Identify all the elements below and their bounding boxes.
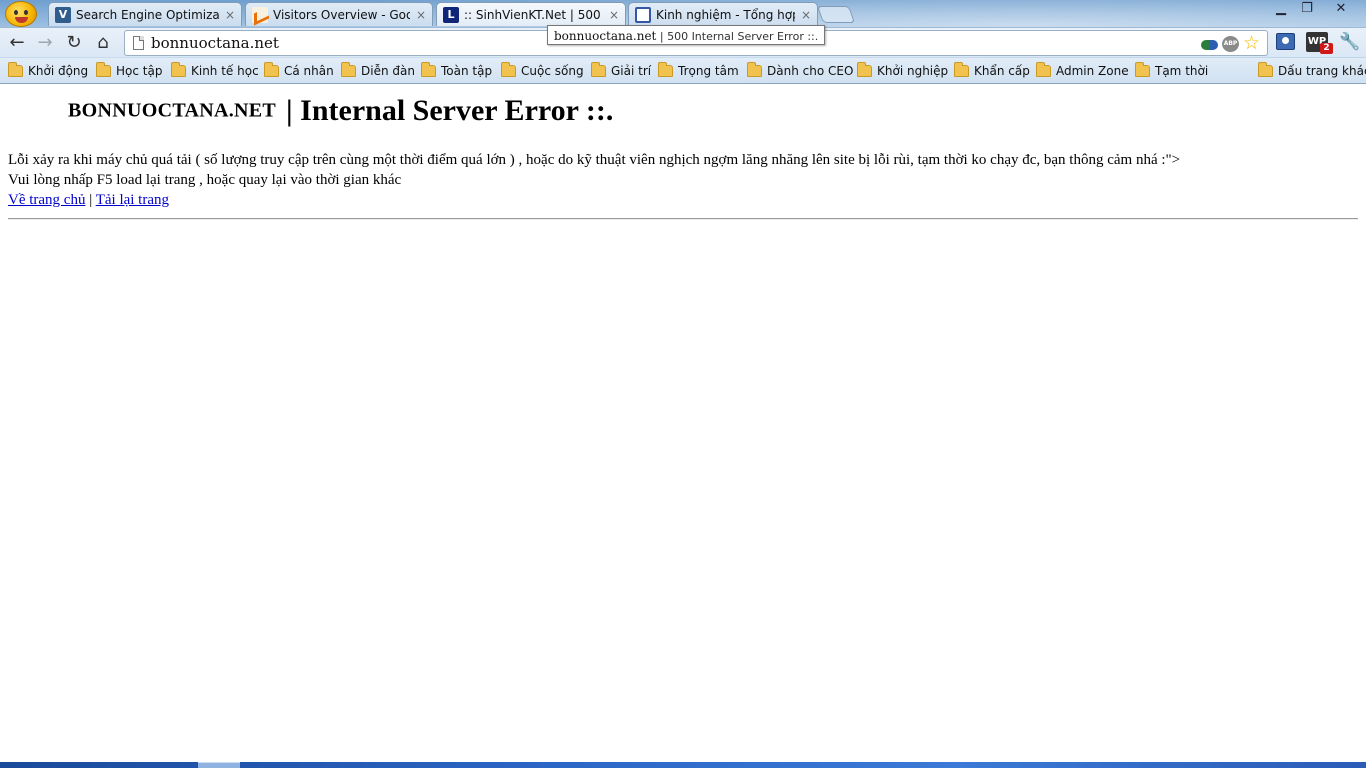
folder-icon: [1258, 62, 1273, 77]
bookmark-label: Dành cho CEO: [767, 64, 854, 78]
folder-icon: [857, 62, 872, 77]
bookmark-label: Học tập: [116, 64, 163, 78]
bookmark-label: Khởi động: [28, 64, 89, 78]
folder-icon: [1036, 62, 1051, 77]
browser-logo-icon: [5, 1, 37, 27]
bookmark-label: Diễn đàn: [361, 64, 415, 78]
extension-monitor-icon[interactable]: [1276, 33, 1295, 50]
folder-icon: [96, 62, 111, 77]
bookmark-ca-nhan[interactable]: Cá nhân: [264, 62, 334, 80]
maximize-button[interactable]: ❐: [1294, 1, 1320, 17]
bookmark-label: Dấu trang khác: [1278, 64, 1366, 78]
divider: [8, 218, 1358, 220]
bookmark-hoc-tap[interactable]: Học tập: [96, 62, 162, 80]
bookmark-label: Cuộc sống: [521, 64, 584, 78]
home-link[interactable]: Về trang chủ: [8, 192, 85, 208]
bookmark-label: Admin Zone: [1056, 64, 1129, 78]
bookmark-danh-cho-ceo[interactable]: Dành cho CEO: [747, 62, 853, 80]
sinhvienkt-favicon-icon: [443, 6, 459, 23]
bookmark-label: Toàn tập: [441, 64, 493, 78]
seo-favicon-icon: [55, 6, 71, 23]
wrench-menu-icon[interactable]: 🔧: [1339, 32, 1360, 52]
bookmarks-bar: Khởi động Học tập Kinh tế học Cá nhân Di…: [0, 58, 1366, 84]
minimize-button[interactable]: ▁: [1268, 1, 1294, 17]
bookmark-tam-thoi[interactable]: Tạm thời: [1135, 62, 1208, 80]
bookmark-dien-dan[interactable]: Diễn đàn: [341, 62, 415, 80]
tab-tooltip: bonnuoctana.net | 500 Internal Server Er…: [547, 25, 826, 45]
tab-sinhvienkt[interactable]: :: SinhVienKT.Net | 500 Inte ×: [436, 2, 626, 26]
bookmark-label: Khẩn cấp: [974, 64, 1030, 78]
link-separator: |: [85, 192, 96, 208]
page-title: BONNUOCTANA.NET | Internal Server Error :…: [68, 94, 613, 128]
retry-message: Vui lòng nhấp F5 load lại trang , hoặc q…: [8, 172, 402, 188]
url-text[interactable]: bonnuoctana.net: [151, 34, 279, 52]
bookmark-toan-tap[interactable]: Toàn tập: [421, 62, 492, 80]
bookmark-label: Giải trí: [611, 64, 652, 78]
close-window-button[interactable]: ✕: [1326, 1, 1356, 17]
page-content: BONNUOCTANA.NET | Internal Server Error :…: [0, 85, 1366, 762]
tab-visitors-overview[interactable]: Visitors Overview - Google ×: [245, 2, 433, 26]
tab-close-icon[interactable]: ×: [416, 9, 426, 21]
bookmark-trong-tam[interactable]: Trọng tâm: [658, 62, 739, 80]
adblock-icon[interactable]: [1222, 36, 1239, 52]
reload-link[interactable]: Tải lại trang: [96, 192, 169, 208]
bookmark-giai-tri[interactable]: Giải trí: [591, 62, 651, 80]
forum-favicon-icon: [635, 6, 651, 23]
bookmark-admin-zone[interactable]: Admin Zone: [1036, 62, 1129, 80]
folder-icon: [264, 62, 279, 77]
folder-icon: [591, 62, 606, 77]
reload-button[interactable]: ↻: [63, 32, 85, 54]
folder-icon: [171, 62, 186, 77]
forward-button[interactable]: →: [34, 32, 56, 54]
bookmark-label: Tạm thời: [1155, 64, 1209, 78]
tab-close-icon[interactable]: ×: [609, 9, 619, 21]
tab-search-engine-optimization[interactable]: Search Engine Optimizatio ×: [48, 2, 242, 26]
bookmark-label: Khởi nghiệp: [877, 64, 949, 78]
folder-icon: [954, 62, 969, 77]
tab-close-icon[interactable]: ×: [225, 9, 235, 21]
folder-icon: [421, 62, 436, 77]
tooltip-host: bonnuoctana.net: [554, 29, 657, 43]
bookmark-khoi-dong[interactable]: Khởi động: [8, 62, 88, 80]
folder-icon: [501, 62, 516, 77]
folder-icon: [1135, 62, 1150, 77]
notification-badge: 2: [1320, 43, 1333, 54]
bookmark-label: Trọng tâm: [678, 64, 739, 78]
tooltip-title: | 500 Internal Server Error ::.: [656, 30, 819, 43]
tab-title: Search Engine Optimizatio: [76, 7, 219, 22]
bookmark-other-bookmarks[interactable]: Dấu trang khác: [1258, 62, 1366, 80]
bookmark-khan-cap[interactable]: Khẩn cấp: [954, 62, 1030, 80]
page-links: Về trang chủ | Tải lại trang: [8, 192, 169, 209]
new-tab-button[interactable]: [816, 6, 856, 23]
heading-separator: |: [286, 94, 293, 127]
tab-kinh-nghiem[interactable]: Kinh nghiệm - Tổng hợp n ×: [628, 2, 818, 26]
tab-strip: Search Engine Optimizatio × Visitors Ove…: [0, 0, 1366, 27]
page-icon: [133, 36, 144, 50]
taskbar-button[interactable]: [198, 762, 240, 768]
folder-icon: [747, 62, 762, 77]
error-message: Lỗi xảy ra khi máy chủ quá tải ( số lượn…: [8, 152, 1181, 168]
bookmark-label: Cá nhân: [284, 64, 334, 78]
folder-icon: [658, 62, 673, 77]
folder-icon: [341, 62, 356, 77]
site-name: BONNUOCTANA.NET: [68, 99, 277, 122]
home-button[interactable]: ⌂: [92, 32, 114, 54]
tab-title: :: SinhVienKT.Net | 500 Inte: [464, 7, 603, 22]
bookmark-kinh-te-hoc[interactable]: Kinh tế học: [171, 62, 259, 80]
tab-title: Kinh nghiệm - Tổng hợp n: [656, 7, 795, 22]
bookmark-khoi-nghiep[interactable]: Khởi nghiệp: [857, 62, 948, 80]
error-title: Internal Server Error ::.: [292, 94, 614, 127]
tab-close-icon[interactable]: ×: [801, 9, 811, 21]
folder-icon: [8, 62, 23, 77]
bookmark-star-icon[interactable]: ☆: [1243, 33, 1260, 53]
extension-pill-icon[interactable]: [1201, 40, 1218, 50]
tab-title: Visitors Overview - Google: [273, 7, 410, 22]
analytics-favicon-icon: [252, 6, 268, 23]
bookmark-cuoc-song[interactable]: Cuộc sống: [501, 62, 584, 80]
back-button[interactable]: ←: [6, 32, 28, 54]
bookmark-label: Kinh tế học: [191, 64, 259, 78]
